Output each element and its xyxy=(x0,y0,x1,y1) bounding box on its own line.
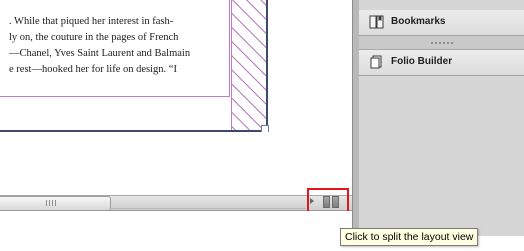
horizontal-scroll-track[interactable] xyxy=(110,197,306,209)
layout-canvas[interactable]: . While that piqued her interest in fash… xyxy=(0,0,352,195)
panel-divider[interactable] xyxy=(352,0,359,236)
scroll-thumb-grip xyxy=(46,200,56,206)
body-text-line: e rest—hooked her for life on design. “I xyxy=(9,64,177,75)
hatch-pattern xyxy=(232,0,266,130)
body-text-line: —Chanel, Yves Saint Laurent and Balmain xyxy=(9,48,191,59)
panel-item-label: Folio Builder xyxy=(391,56,453,67)
split-layout-view-button[interactable] xyxy=(323,195,339,209)
panel-separator-grip xyxy=(431,42,453,44)
right-panel-dock: Bookmarks Folio Builder xyxy=(359,0,524,236)
panel-item-bookmarks[interactable]: Bookmarks xyxy=(359,10,524,36)
panel-separator[interactable] xyxy=(359,36,524,50)
page-frame: . While that piqued her interest in fash… xyxy=(0,0,268,132)
body-text-line: ly on, the couture in the pages of Frenc… xyxy=(9,32,179,43)
split-view-tooltip: Click to split the layout view xyxy=(340,228,479,246)
hatched-image-placeholder[interactable] xyxy=(231,0,266,130)
panel-item-label: Bookmarks xyxy=(391,16,446,27)
body-text[interactable]: . While that piqued her interest in fash… xyxy=(9,14,231,78)
horizontal-scroll-thumb[interactable] xyxy=(0,196,111,211)
split-pane-left-icon xyxy=(323,196,330,208)
body-text-line: . While that piqued her interest in fash… xyxy=(9,16,174,27)
panel-item-folio-builder[interactable]: Folio Builder xyxy=(359,50,524,76)
pasteboard xyxy=(0,132,352,192)
folio-builder-icon xyxy=(370,55,382,69)
bookmarks-icon xyxy=(369,15,384,29)
status-area xyxy=(0,211,352,251)
split-pane-right-icon xyxy=(332,196,339,208)
